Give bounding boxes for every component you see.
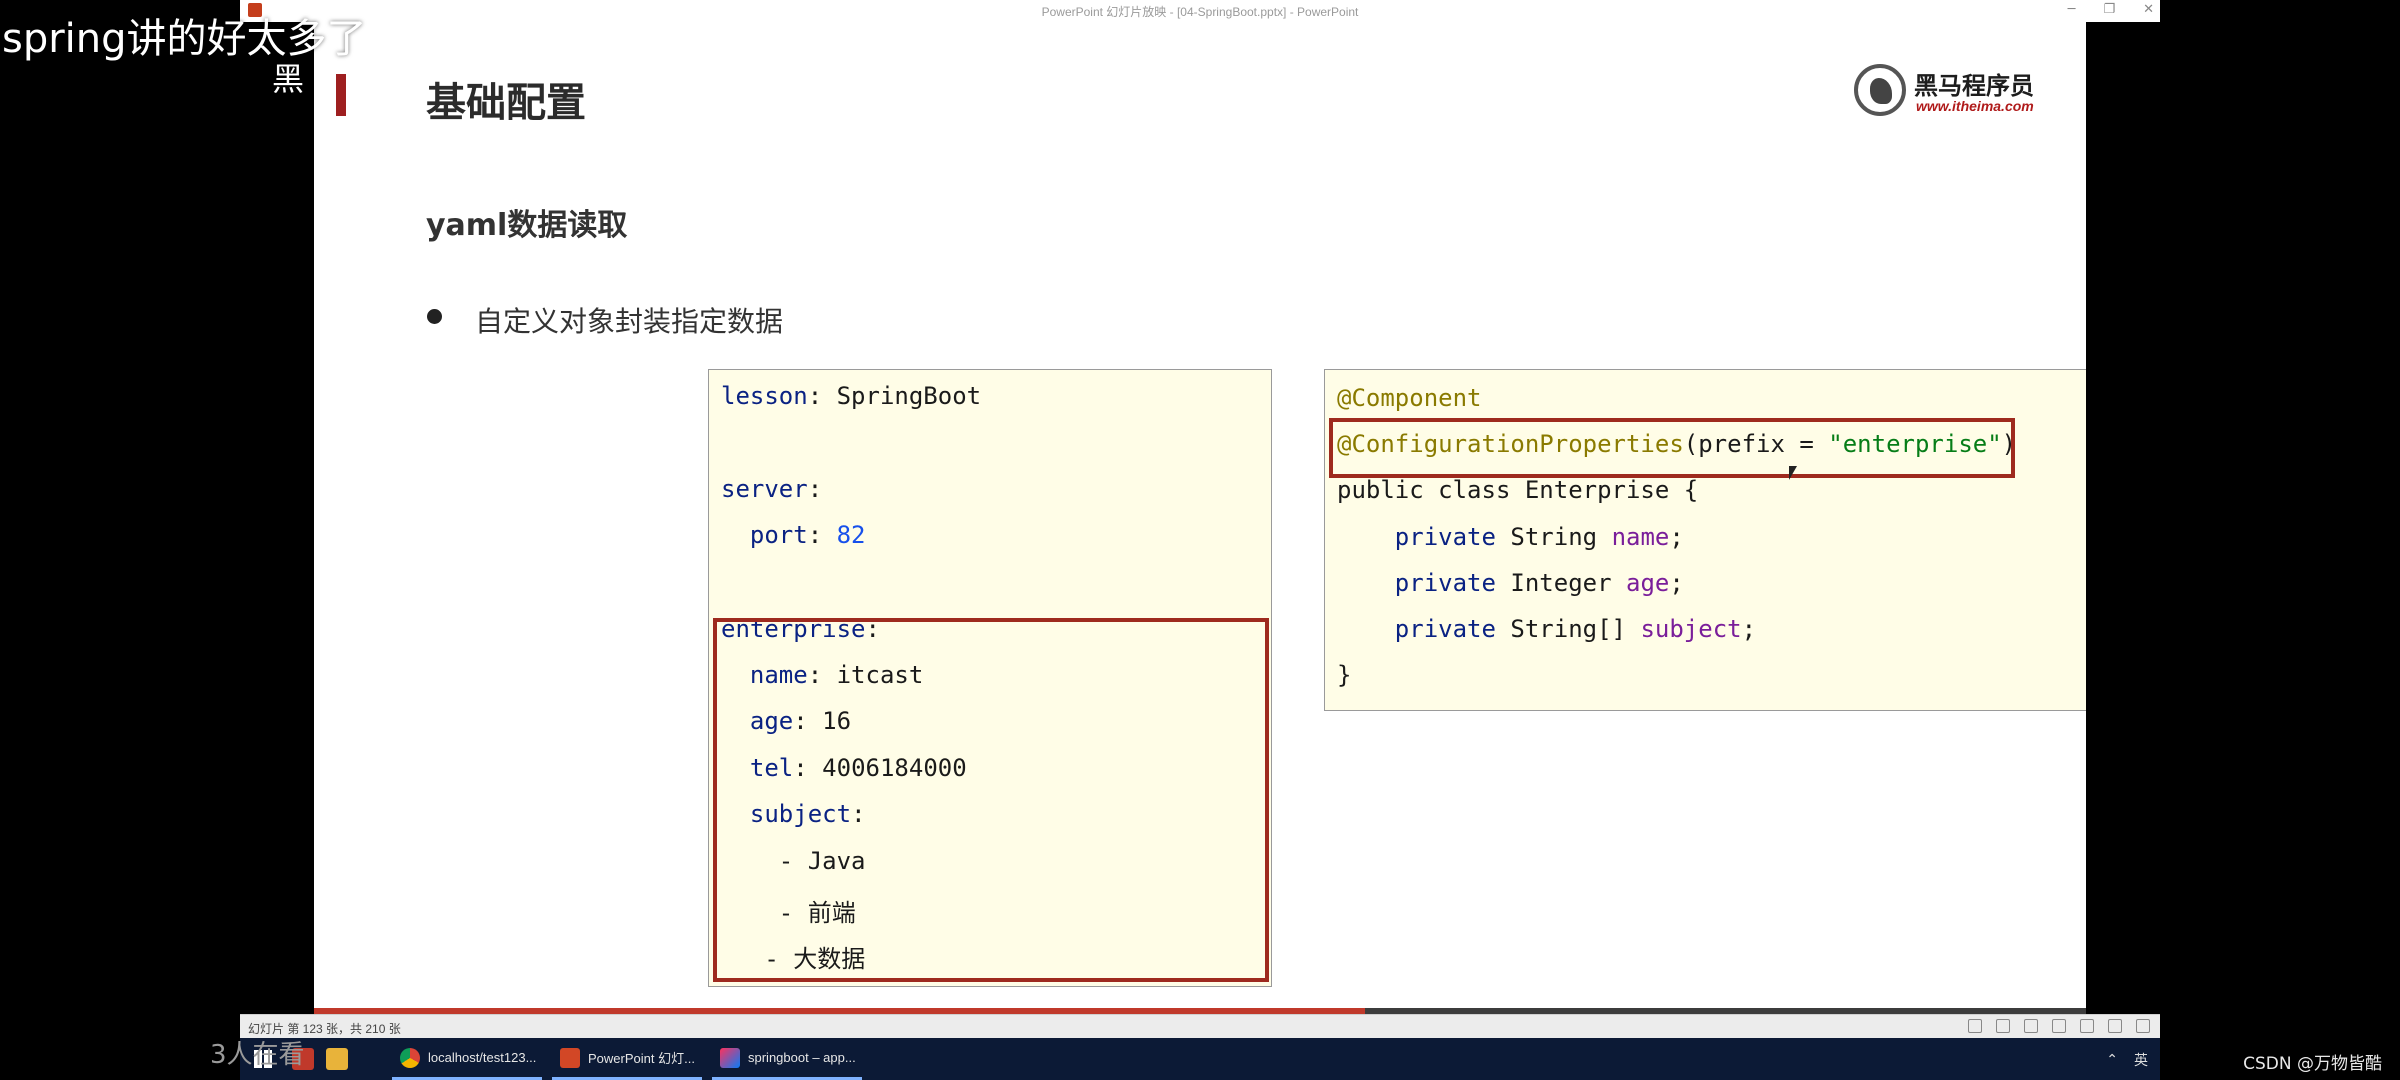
powerpoint-icon <box>560 1047 580 1068</box>
reading-view-icon[interactable] <box>2108 1019 2122 1033</box>
mouse-cursor-icon <box>1789 466 1797 480</box>
yaml-value: SpringBoot <box>836 382 982 410</box>
code-line: server: <box>721 475 823 503</box>
window-titlebar: PowerPoint 幻灯片放映 - [04-SpringBoot.pptx] … <box>240 0 2160 23</box>
close-icon[interactable]: ✕ <box>2143 2 2154 17</box>
yaml-key: lesson <box>721 382 808 410</box>
normal-view-icon[interactable] <box>2052 1019 2066 1033</box>
taskbar-item-browser[interactable]: localhost/test123... <box>392 1038 542 1080</box>
next-slide-icon[interactable] <box>2024 1019 2038 1033</box>
chevron-up-icon[interactable]: ⌃ <box>2106 1052 2118 1068</box>
highlight-box-annotation <box>1329 418 2015 478</box>
bullet-text: 自定义对象封装指定数据 <box>475 305 784 338</box>
keyword: private <box>1394 615 1496 643</box>
yaml-key: server <box>721 475 808 503</box>
window-controls: ─ ❐ ✕ <box>2068 2 2154 17</box>
system-tray: ⌃ 英 <box>2106 1050 2148 1070</box>
closing-brace: } <box>1337 661 1352 689</box>
powerpoint-window: PowerPoint 幻灯片放映 - [04-SpringBoot.pptx] … <box>240 0 2160 1080</box>
logo-brand-name: 黑马程序员 <box>1914 72 2034 100</box>
yaml-key: port <box>749 521 808 549</box>
keyword: private <box>1394 569 1496 597</box>
bullet-icon <box>427 309 442 324</box>
type-name: String <box>1510 523 1598 551</box>
type-name: String[] <box>1510 615 1626 643</box>
taskbar-item-label: localhost/test123... <box>428 1050 537 1065</box>
code-line: lesson: SpringBoot <box>721 382 982 410</box>
previous-slide-icon[interactable] <box>1968 1019 1982 1033</box>
field-name: subject <box>1640 615 1742 643</box>
taskbar-item-powerpoint[interactable]: PowerPoint 幻灯... <box>552 1038 702 1080</box>
yaml-value: 82 <box>836 521 866 549</box>
maximize-icon[interactable]: ❐ <box>2103 2 2115 17</box>
code-line: private String name; <box>1394 523 1684 551</box>
danmaku-comment: spring讲的好太多了 <box>2 16 367 62</box>
keyword: private <box>1394 523 1496 551</box>
letterbox-left <box>240 22 314 1014</box>
type-name: Integer <box>1510 569 1612 597</box>
code-line: private Integer age; <box>1394 569 1684 597</box>
logo-url: www.itheima.com <box>1916 98 2034 114</box>
taskbar-item-label: PowerPoint 幻灯... <box>588 1051 695 1066</box>
view-controls <box>1968 1019 2150 1033</box>
java-code-block: @Component @ConfigurationProperties(pref… <box>1324 369 2086 711</box>
field-name: age <box>1626 569 1670 597</box>
pause-icon[interactable] <box>1996 1019 2010 1033</box>
minimize-icon[interactable]: ─ <box>2068 2 2076 17</box>
title-accent-bar <box>336 74 346 116</box>
slide-canvas[interactable]: 基础配置 黑马程序员 www.itheima.com yaml数据读取 自定义对… <box>314 22 2086 1014</box>
danmaku-partial: 黑 <box>272 60 305 98</box>
horse-logo-icon <box>1854 64 1906 116</box>
taskbar-item-intellij[interactable]: springboot – app... <box>712 1038 862 1080</box>
ime-indicator[interactable]: 英 <box>2134 1050 2148 1070</box>
windows-taskbar: localhost/test123... PowerPoint 幻灯... sp… <box>240 1038 2160 1080</box>
code-line: @Component <box>1337 384 1482 412</box>
letterbox-right <box>2086 22 2160 1014</box>
highlight-box-enterprise <box>713 618 1269 982</box>
chrome-icon <box>400 1047 420 1068</box>
status-bar: 幻灯片 第 123 张，共 210 张 <box>240 1014 2160 1039</box>
slideshow-view-icon[interactable] <box>2136 1019 2150 1033</box>
viewer-count: 3人在看 <box>210 1040 305 1070</box>
itheima-logo: 黑马程序员 www.itheima.com <box>1854 62 2074 120</box>
slide-title: 基础配置 <box>426 80 586 126</box>
annotation: @Component <box>1337 384 1482 412</box>
taskbar-item-label: springboot – app... <box>748 1050 856 1065</box>
intellij-icon <box>720 1047 740 1068</box>
class-declaration: public class Enterprise { <box>1337 476 1699 504</box>
file-explorer-icon[interactable] <box>326 1048 348 1070</box>
code-line: } <box>1337 661 1351 689</box>
code-line: private String[] subject; <box>1394 615 1757 643</box>
yaml-code-block: lesson: SpringBoot server: port: 82 ente… <box>708 369 1272 987</box>
code-line: port: 82 <box>749 521 866 549</box>
window-title: PowerPoint 幻灯片放映 - [04-SpringBoot.pptx] … <box>1041 5 1359 19</box>
slide-sorter-icon[interactable] <box>2080 1019 2094 1033</box>
field-name: name <box>1611 523 1670 551</box>
slide-subtitle: yaml数据读取 <box>426 208 628 243</box>
csdn-watermark: CSDN @万物皆酷 <box>2243 1054 2382 1074</box>
code-line: public class Enterprise { <box>1337 476 1698 504</box>
